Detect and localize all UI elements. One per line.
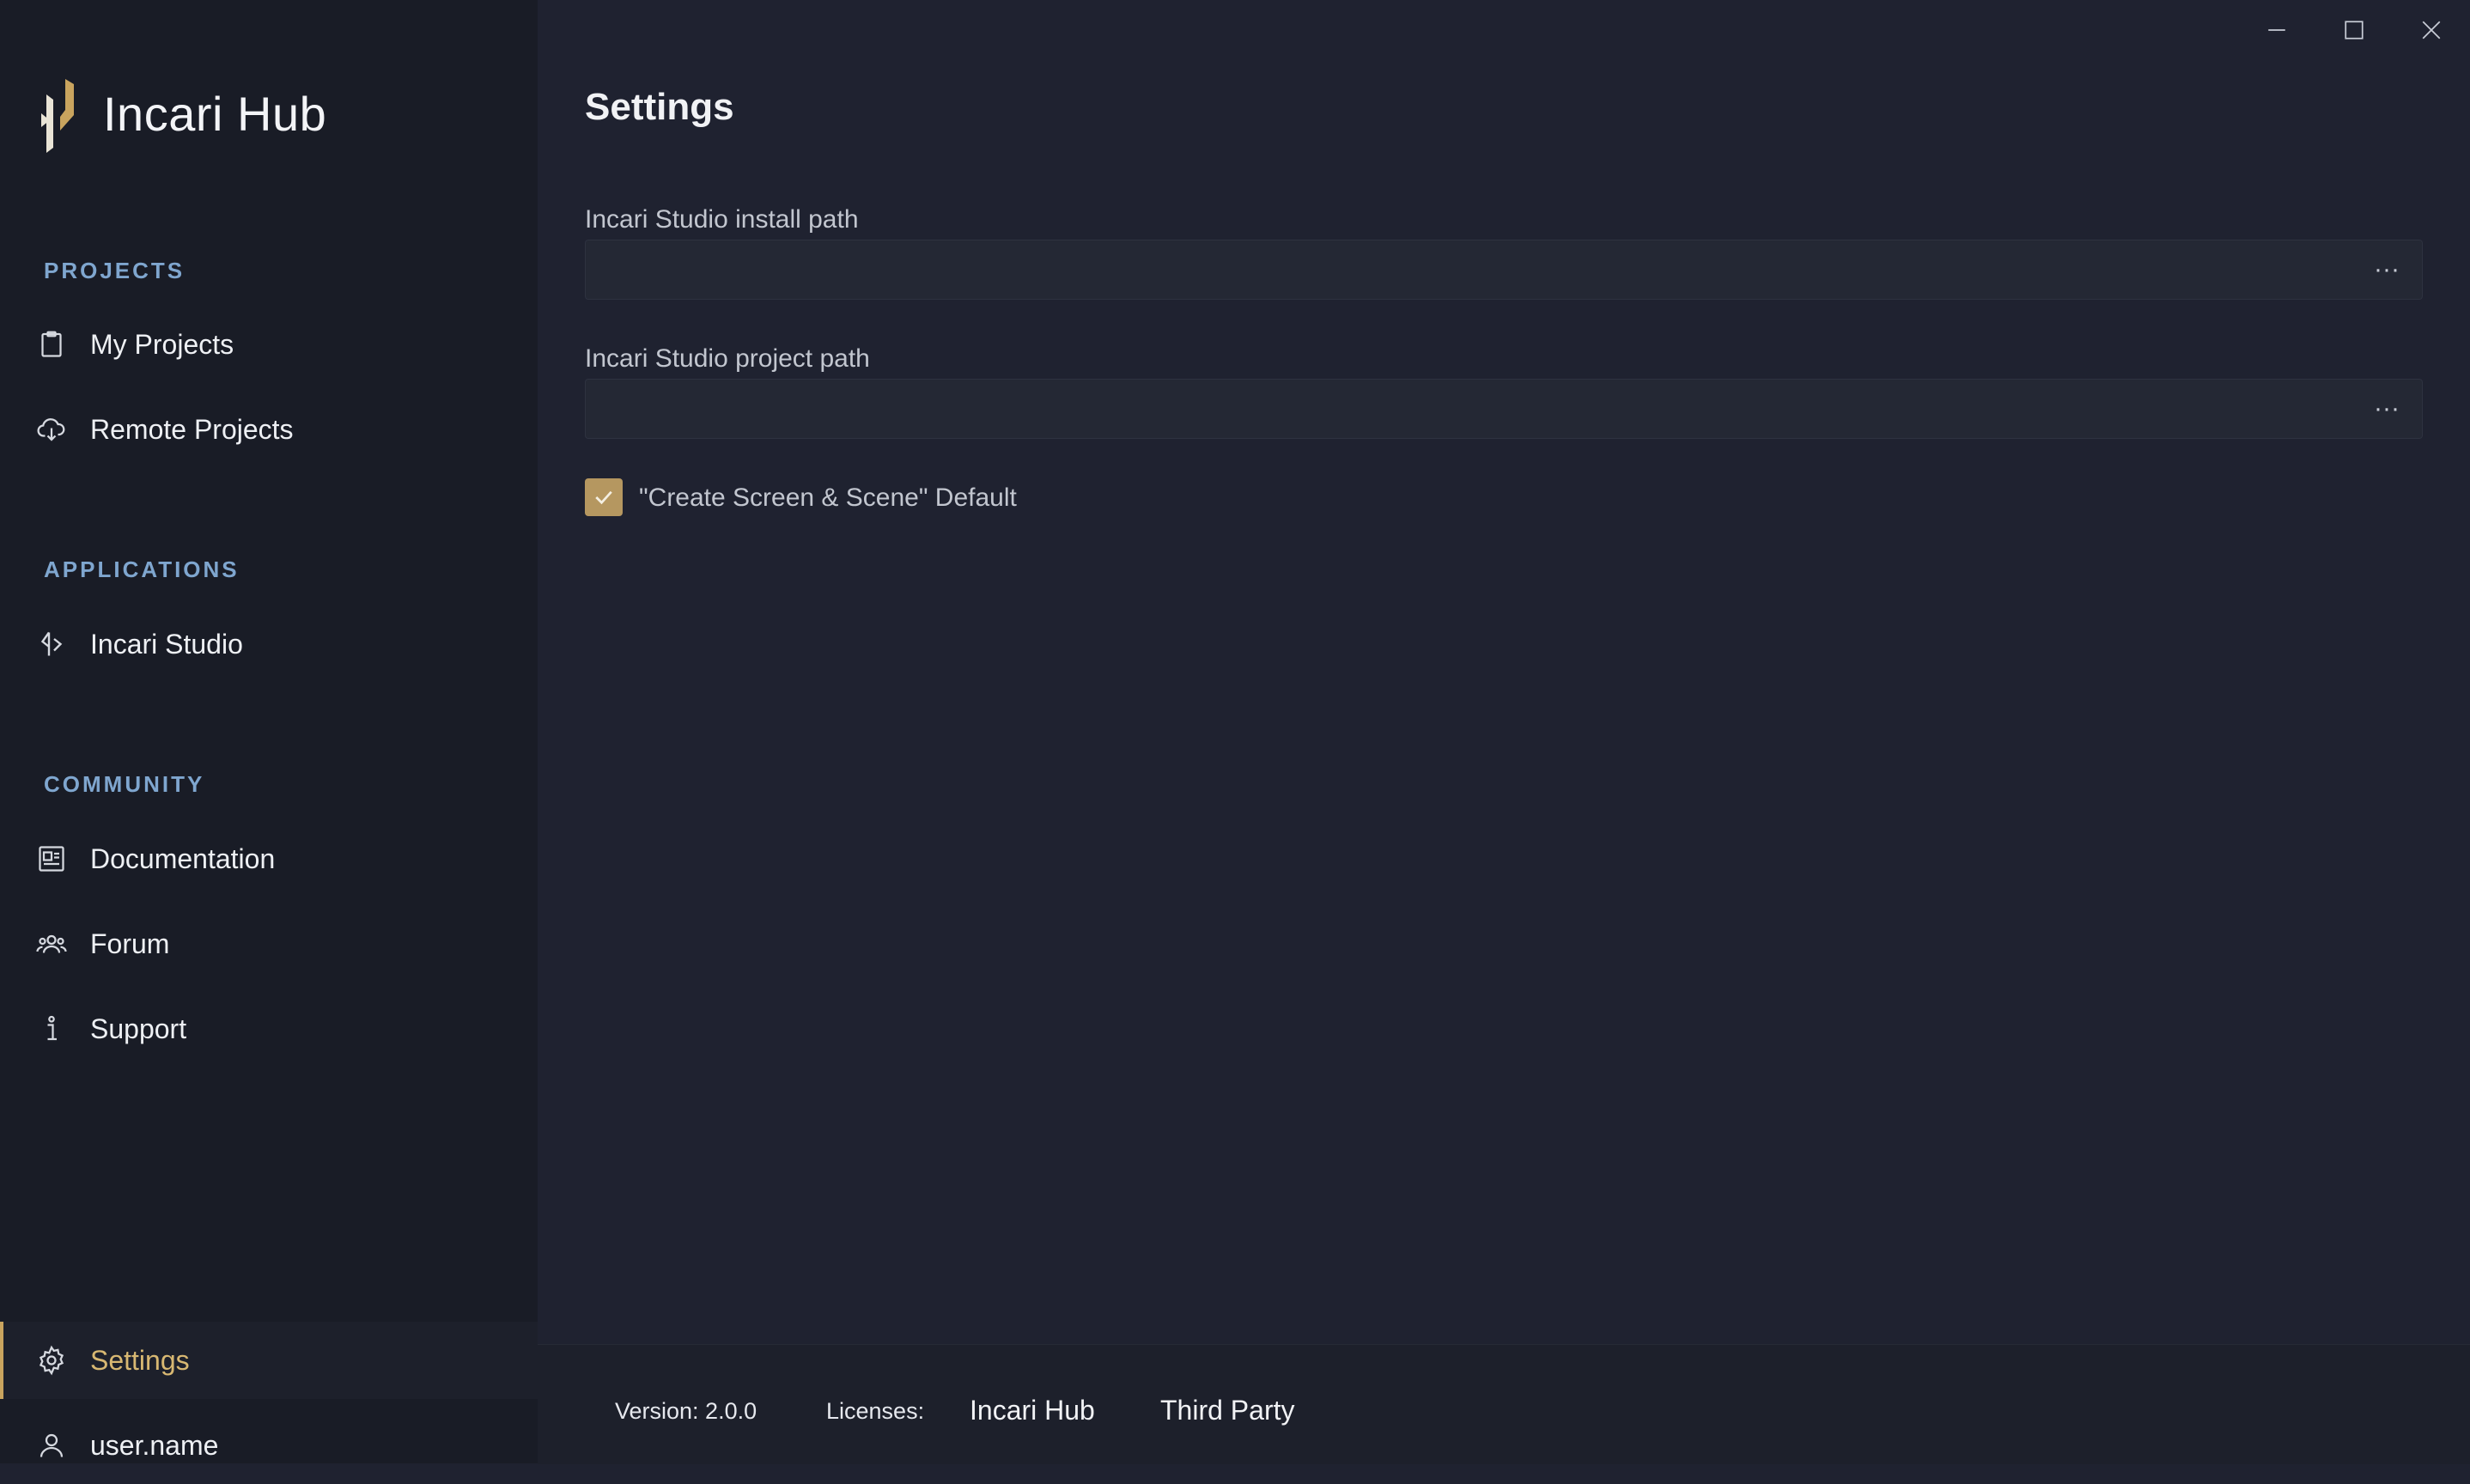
close-button[interactable] bbox=[2401, 9, 2461, 52]
sidebar-item-label: My Projects bbox=[90, 328, 234, 360]
sidebar-item-label: Documentation bbox=[90, 842, 276, 874]
gear-icon bbox=[34, 1343, 69, 1378]
maximize-button[interactable] bbox=[2324, 9, 2384, 52]
sidebar-item-forum[interactable]: Forum bbox=[0, 905, 538, 982]
install-path-browse-button[interactable]: ··· bbox=[2365, 240, 2408, 299]
sidebar-item-settings[interactable]: Settings bbox=[0, 1322, 538, 1399]
sidebar-item-label: Settings bbox=[90, 1344, 190, 1376]
incari-studio-icon bbox=[34, 627, 69, 661]
version-text: Version: 2.0.0 bbox=[615, 1398, 757, 1424]
app-title: Incari Hub bbox=[103, 87, 327, 141]
document-icon bbox=[34, 842, 69, 876]
page-title: Settings bbox=[585, 86, 734, 128]
close-icon bbox=[2422, 21, 2441, 40]
incari-logo-icon bbox=[41, 79, 74, 153]
sidebar-item-label: user.name bbox=[90, 1429, 219, 1461]
checkmark-icon bbox=[595, 490, 612, 505]
clipboard-icon bbox=[34, 327, 69, 362]
sidebar-item-label: Support bbox=[90, 1013, 187, 1044]
sidebar-item-label: Incari Studio bbox=[90, 628, 243, 660]
section-header-community: COMMUNITY bbox=[44, 771, 205, 797]
info-icon bbox=[34, 1012, 69, 1046]
sidebar: Incari Hub PROJECTS My Projects Remote P… bbox=[0, 0, 538, 1463]
sidebar-item-support[interactable]: Support bbox=[0, 990, 538, 1067]
sidebar-item-label: Forum bbox=[90, 928, 170, 959]
create-default-checkbox[interactable] bbox=[585, 478, 623, 516]
project-path-field: ··· bbox=[585, 379, 2423, 439]
licenses-label: Licenses: bbox=[826, 1398, 925, 1424]
section-header-projects: PROJECTS bbox=[44, 258, 186, 283]
footer: Version: 2.0.0 Licenses: Incari Hub Thir… bbox=[538, 1344, 2470, 1464]
license-link-third-party[interactable]: Third Party bbox=[1160, 1395, 1294, 1426]
install-path-label: Incari Studio install path bbox=[585, 205, 859, 234]
section-header-applications: APPLICATIONS bbox=[44, 556, 240, 582]
project-path-browse-button[interactable]: ··· bbox=[2365, 380, 2408, 438]
sidebar-item-my-projects[interactable]: My Projects bbox=[0, 306, 538, 383]
maximize-icon bbox=[2345, 21, 2364, 40]
users-icon bbox=[34, 927, 69, 961]
user-icon bbox=[34, 1428, 69, 1463]
project-path-label: Incari Studio project path bbox=[585, 344, 870, 373]
minimize-icon bbox=[2268, 29, 2285, 31]
sidebar-item-documentation[interactable]: Documentation bbox=[0, 820, 538, 897]
project-path-input[interactable] bbox=[586, 380, 2346, 438]
sidebar-item-label: Remote Projects bbox=[90, 413, 294, 445]
sidebar-item-remote-projects[interactable]: Remote Projects bbox=[0, 391, 538, 468]
create-default-label: "Create Screen & Scene" Default bbox=[639, 484, 1017, 512]
install-path-input[interactable] bbox=[586, 240, 2346, 299]
sidebar-item-user[interactable]: user.name bbox=[0, 1407, 538, 1484]
install-path-field: ··· bbox=[585, 240, 2423, 300]
cloud-download-icon bbox=[34, 412, 69, 447]
sidebar-item-incari-studio[interactable]: Incari Studio bbox=[0, 605, 538, 683]
license-link-incari-hub[interactable]: Incari Hub bbox=[970, 1395, 1095, 1426]
minimize-button[interactable] bbox=[2247, 9, 2307, 52]
